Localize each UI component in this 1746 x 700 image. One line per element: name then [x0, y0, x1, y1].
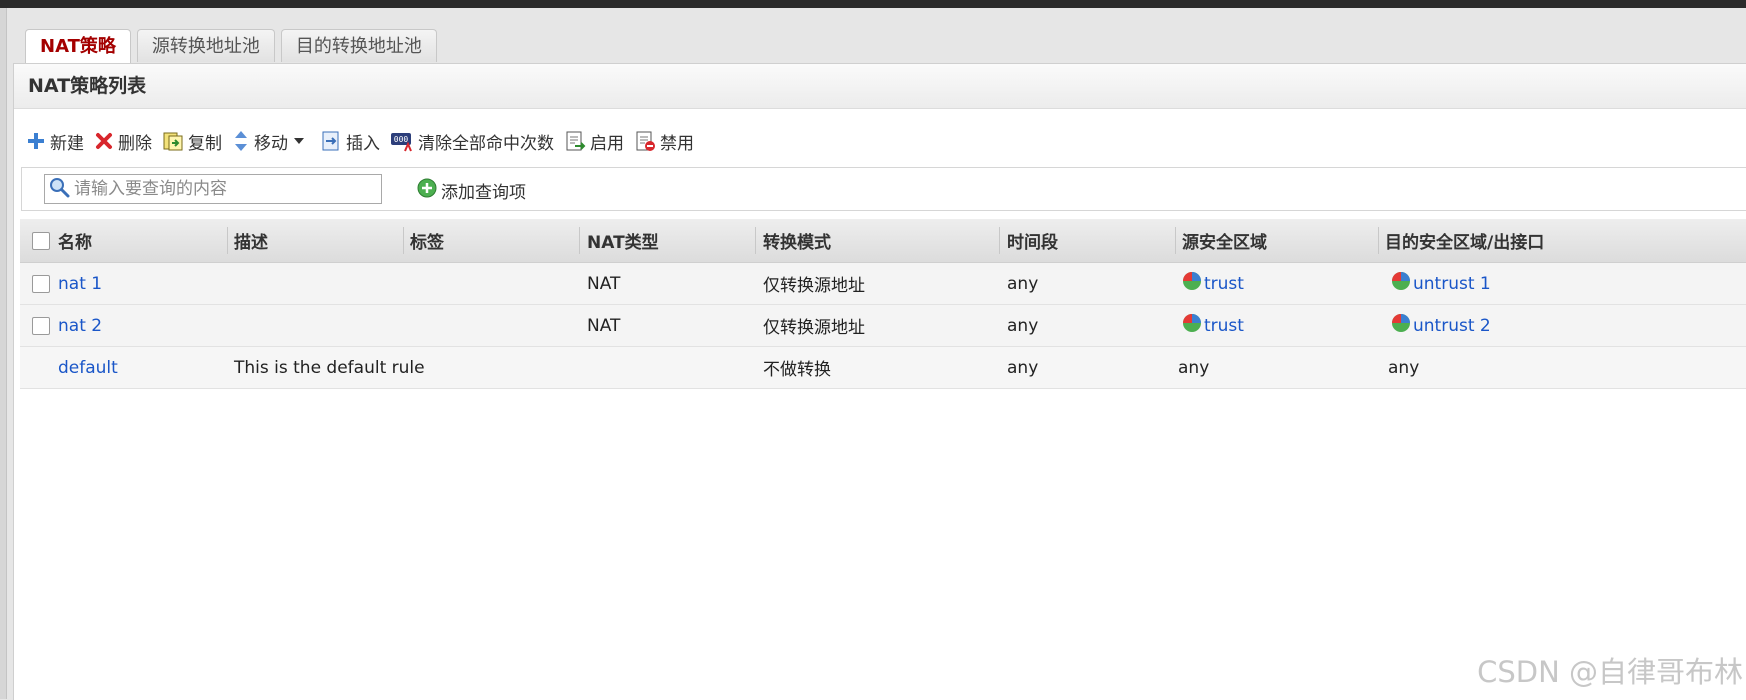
table-row[interactable]: default This is the default rule 不做转换 an…	[20, 347, 1746, 389]
enable-label: 启用	[590, 133, 624, 154]
disable-button[interactable]: 禁用	[634, 129, 694, 154]
svg-text:000: 000	[394, 135, 409, 144]
tab-destination-nat-pool[interactable]: 目的转换地址池	[280, 29, 437, 62]
nat-policy-panel: NAT策略列表 新建 删除 复制 移动 插入 000 清除全部命中次数 启用 禁…	[13, 63, 1746, 700]
policy-translation-mode: 仅转换源地址	[763, 318, 865, 338]
column-header-name[interactable]: 名称	[58, 219, 92, 262]
security-zone-icon	[1182, 313, 1202, 338]
window-top-bar	[0, 0, 1746, 8]
policy-translation-mode: 仅转换源地址	[763, 276, 865, 296]
enable-button[interactable]: 启用	[564, 129, 624, 154]
policy-translation-mode: 不做转换	[763, 360, 831, 380]
new-button[interactable]: 新建	[26, 129, 84, 154]
left-frame-border	[0, 8, 7, 699]
select-all-cell	[32, 219, 50, 262]
plus-icon	[26, 131, 46, 151]
nat-policy-table: 名称 描述 标签 NAT类型 转换模式 时间段 源安全区域 目的安全区域/出接口…	[20, 219, 1746, 389]
policy-time-range: any	[1007, 315, 1039, 336]
search-area: 添加查询项	[21, 167, 1746, 211]
insert-icon	[320, 130, 342, 152]
search-input[interactable]	[74, 176, 374, 202]
source-zone-label: trust	[1204, 273, 1244, 294]
column-header-translation-mode[interactable]: 转换模式	[763, 219, 831, 262]
security-zone-icon	[1391, 271, 1411, 296]
clear-hit-count-label: 清除全部命中次数	[418, 133, 554, 154]
insert-button[interactable]: 插入	[320, 129, 380, 154]
insert-label: 插入	[346, 133, 380, 154]
column-header-tag[interactable]: 标签	[410, 219, 444, 262]
column-header-time-range[interactable]: 时间段	[1007, 219, 1058, 262]
move-updown-icon	[232, 130, 250, 152]
add-query-button[interactable]: 添加查询项	[417, 178, 526, 203]
source-zone-text: any	[1178, 357, 1210, 378]
magnifier-icon	[48, 176, 70, 202]
add-circle-icon	[417, 178, 437, 203]
csdn-watermark: CSDN @自律哥布林	[1477, 655, 1743, 689]
policy-time-range: any	[1007, 357, 1039, 378]
policy-nat-type: NAT	[587, 315, 621, 336]
chevron-down-icon	[294, 138, 304, 144]
table-row[interactable]: nat 2 NAT 仅转换源地址 any trust untrust 2	[20, 305, 1746, 347]
column-header-description[interactable]: 描述	[234, 219, 268, 262]
copy-icon	[162, 130, 184, 152]
policy-description: This is the default rule	[234, 357, 425, 378]
row-checkbox-cell	[32, 305, 50, 346]
copy-button[interactable]: 复制	[162, 129, 222, 154]
counter-clear-icon: 000	[390, 130, 414, 152]
new-label: 新建	[50, 133, 84, 154]
column-header-destination-zone[interactable]: 目的安全区域/出接口	[1385, 219, 1544, 262]
tab-nat-policy[interactable]: NAT策略	[25, 29, 131, 64]
tab-bar: NAT策略 源转换地址池 目的转换地址池	[25, 29, 437, 64]
toolbar: 新建 删除 复制 移动 插入 000 清除全部命中次数 启用 禁用	[26, 124, 694, 158]
clear-hit-count-button[interactable]: 000 清除全部命中次数	[390, 129, 554, 154]
destination-zone-text: any	[1388, 357, 1420, 378]
panel-title: NAT策略列表	[14, 64, 1746, 109]
source-zone-label: trust	[1204, 315, 1244, 336]
table-header: 名称 描述 标签 NAT类型 转换模式 时间段 源安全区域 目的安全区域/出接口	[20, 219, 1746, 263]
source-zone-link[interactable]: trust	[1182, 305, 1244, 346]
column-header-nat-type[interactable]: NAT类型	[587, 219, 659, 262]
security-zone-icon	[1182, 271, 1202, 296]
row-checkbox[interactable]	[32, 316, 50, 335]
delete-button[interactable]: 删除	[94, 129, 152, 154]
policy-name-link[interactable]: default	[58, 347, 118, 388]
destination-zone-label: untrust 2	[1413, 315, 1491, 336]
row-checkbox-cell	[32, 263, 50, 304]
search-box[interactable]	[44, 174, 382, 204]
policy-name-link[interactable]: nat 2	[58, 305, 102, 346]
select-all-checkbox[interactable]	[32, 231, 50, 250]
policy-nat-type: NAT	[587, 273, 621, 294]
security-zone-icon	[1391, 313, 1411, 338]
policy-name-link[interactable]: nat 1	[58, 263, 102, 304]
delete-label: 删除	[118, 133, 152, 154]
copy-label: 复制	[188, 133, 222, 154]
destination-zone-label: untrust 1	[1413, 273, 1491, 294]
move-dropdown[interactable]: 移动	[232, 129, 304, 154]
disable-label: 禁用	[660, 133, 694, 154]
destination-zone-link[interactable]: untrust 1	[1391, 263, 1491, 304]
delete-x-icon	[94, 131, 114, 151]
column-header-source-zone[interactable]: 源安全区域	[1182, 219, 1267, 262]
tab-source-nat-pool[interactable]: 源转换地址池	[136, 29, 275, 62]
policy-time-range: any	[1007, 273, 1039, 294]
enable-doc-icon	[564, 130, 586, 152]
disable-doc-icon	[634, 130, 656, 152]
table-row[interactable]: nat 1 NAT 仅转换源地址 any trust untrust 1	[20, 263, 1746, 305]
row-checkbox[interactable]	[32, 274, 50, 293]
move-label: 移动	[254, 133, 288, 154]
destination-zone-link[interactable]: untrust 2	[1391, 305, 1491, 346]
source-zone-link[interactable]: trust	[1182, 263, 1244, 304]
add-query-label: 添加查询项	[441, 182, 526, 203]
